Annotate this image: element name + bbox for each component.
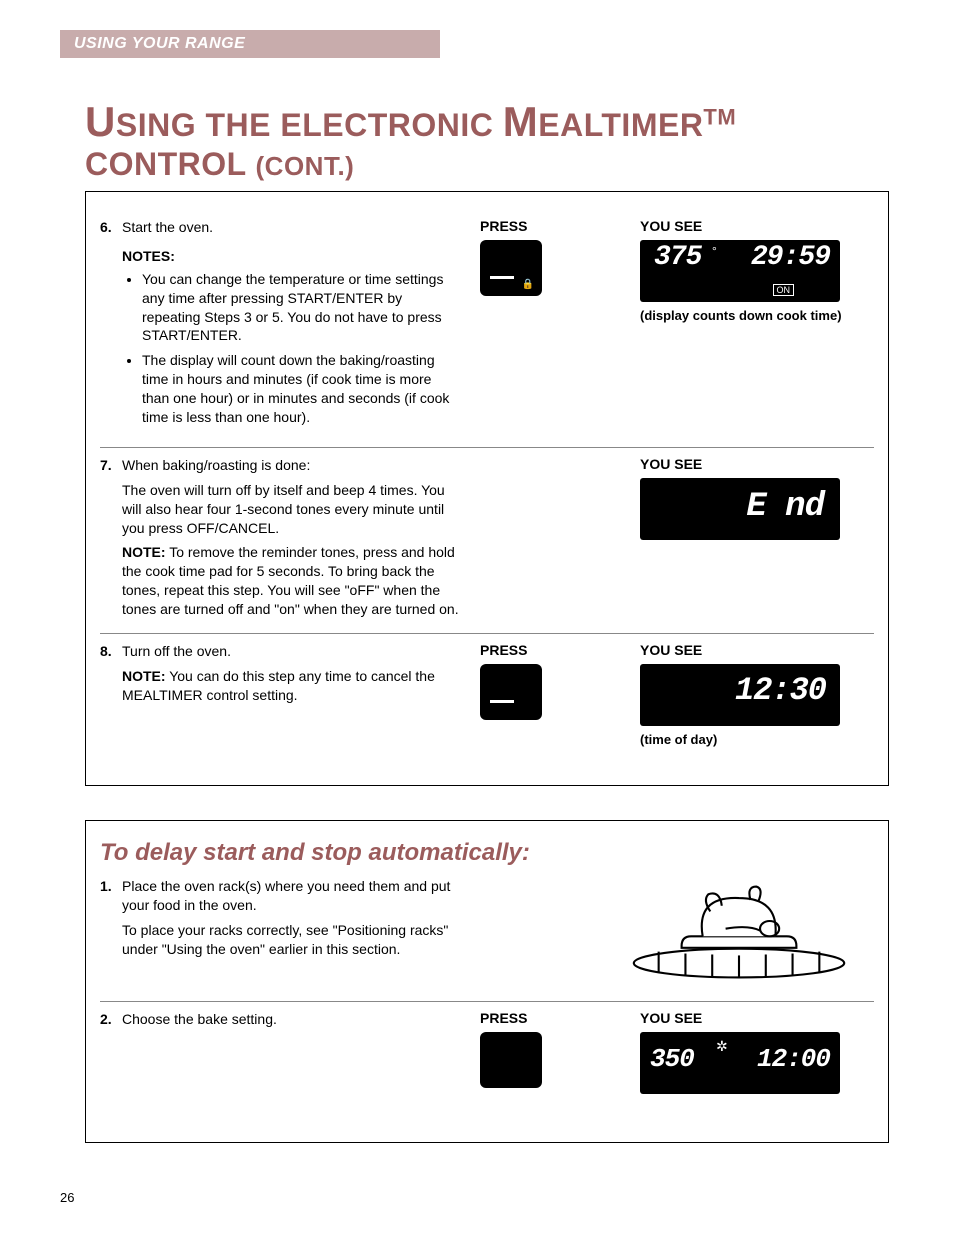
oven-display: 12:30: [640, 664, 840, 726]
instruction-box-2: To delay start and stop automatically: 1…: [85, 820, 889, 1143]
oven-display: 375 ° 29:59 ON: [640, 240, 840, 302]
start-enter-button-icon: 🔒: [480, 240, 542, 296]
asterisk-icon: ✲: [716, 1038, 728, 1055]
delay-step-1-row: 1. Place the oven rack(s) where you need…: [100, 877, 874, 1001]
section-tab: USING YOUR RANGE: [60, 30, 440, 58]
step-6-row: 6. Start the oven. NOTES: You can change…: [100, 210, 874, 447]
delay-step-2-text: 2. Choose the bake setting.: [100, 1010, 480, 1094]
lock-icon: 🔒: [522, 279, 534, 290]
step-8-yousee: YOU SEE 12:30 (time of day): [640, 642, 860, 747]
off-cancel-button-icon: [480, 664, 542, 720]
delay-step-2-press: PRESS: [480, 1010, 640, 1094]
page-number: 26: [60, 1190, 74, 1205]
list-item: You can change the temperature or time s…: [142, 270, 462, 346]
step-8-row: 8. Turn off the oven. NOTE: You can do t…: [100, 633, 874, 761]
instruction-box-1: 6. Start the oven. NOTES: You can change…: [85, 191, 889, 786]
roast-on-rack-icon: [614, 877, 864, 987]
subtitle: To delay start and stop automatically:: [100, 839, 874, 867]
delay-step-1-text: 1. Place the oven rack(s) where you need…: [100, 877, 480, 987]
step-7-text: 7. When baking/roasting is done: The ove…: [100, 456, 480, 619]
step-6-press: PRESS 🔒: [480, 218, 640, 433]
step-8-text: 8. Turn off the oven. NOTE: You can do t…: [100, 642, 480, 747]
step-8-press: PRESS: [480, 642, 640, 747]
step-7-yousee: YOU SEE E nd: [640, 456, 860, 619]
oven-display: 350 ✲ 12:00: [640, 1032, 840, 1094]
list-item: The display will count down the baking/r…: [142, 351, 462, 427]
oven-display: E nd: [640, 478, 840, 540]
step-7-row: 7. When baking/roasting is done: The ove…: [100, 447, 874, 633]
step-6-text: 6. Start the oven. NOTES: You can change…: [100, 218, 480, 433]
page-title: USING THE ELECTRONIC MEALTIMERTM CONTROL…: [85, 98, 894, 183]
delay-step-2-yousee: YOU SEE 350 ✲ 12:00: [640, 1010, 860, 1094]
bake-button-icon: [480, 1032, 542, 1088]
step-6-yousee: YOU SEE 375 ° 29:59 ON (display counts d…: [640, 218, 860, 433]
delay-step-2-row: 2. Choose the bake setting. PRESS YOU SE…: [100, 1001, 874, 1108]
